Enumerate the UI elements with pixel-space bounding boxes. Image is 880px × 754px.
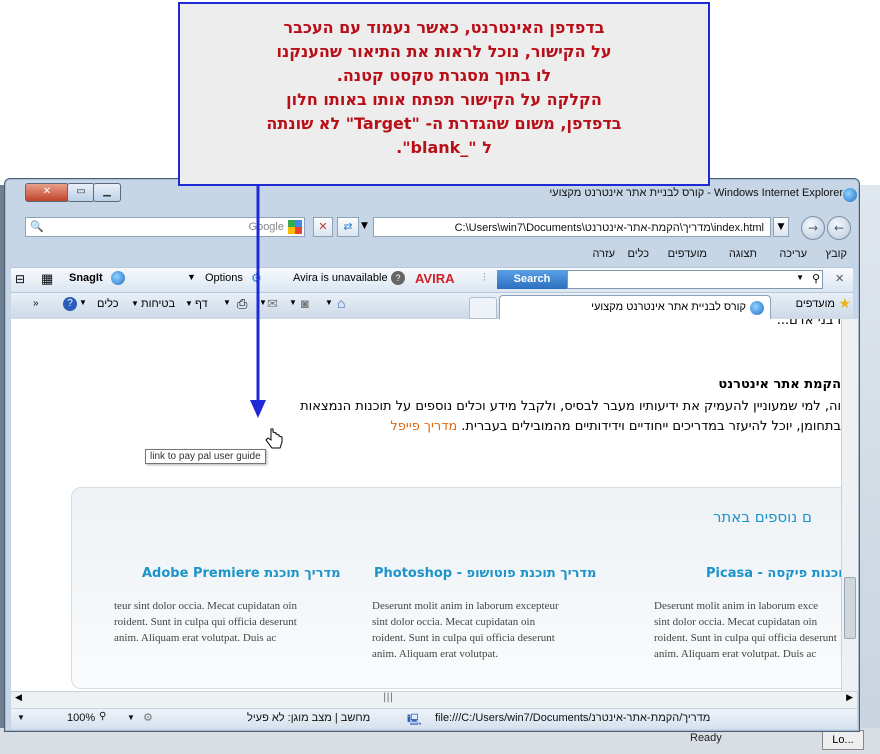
callout-arrow (250, 186, 266, 418)
